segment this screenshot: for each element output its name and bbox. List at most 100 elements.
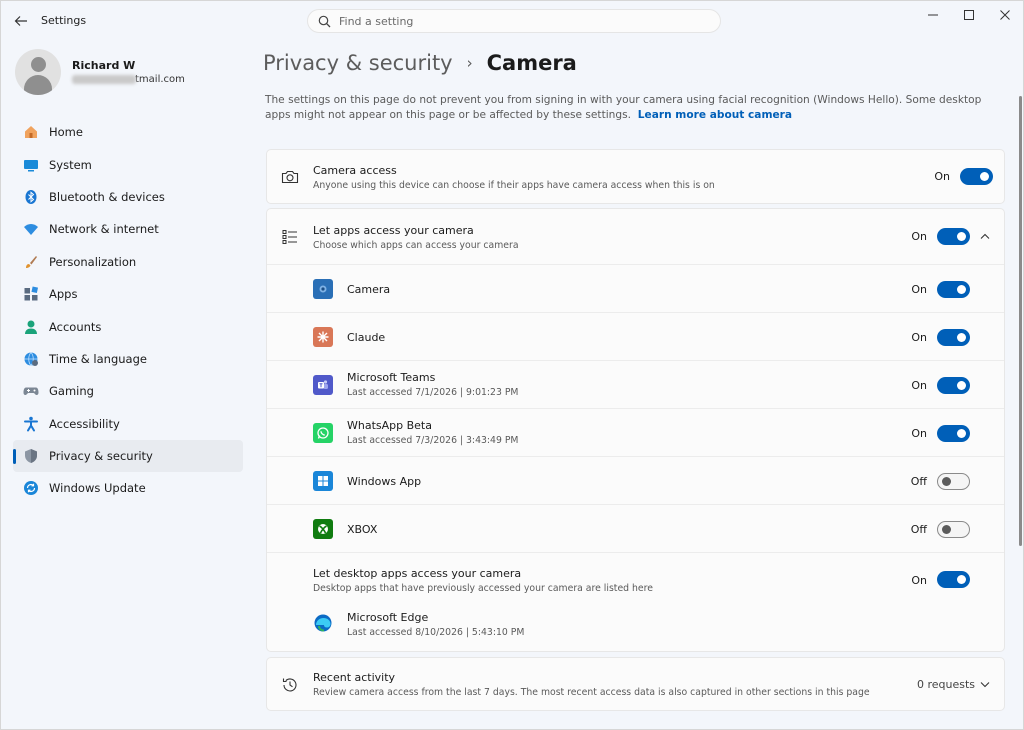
app-state: On bbox=[911, 427, 927, 440]
shield-icon bbox=[22, 447, 40, 465]
breadcrumb-separator-icon: › bbox=[466, 54, 473, 72]
gamepad-icon bbox=[22, 382, 40, 400]
sidebar-item-personalization[interactable]: Personalization bbox=[13, 246, 243, 278]
app-state: On bbox=[911, 283, 927, 296]
sidebar-item-system[interactable]: System bbox=[13, 148, 243, 180]
camera-icon bbox=[280, 167, 300, 187]
maximize-icon bbox=[964, 10, 974, 20]
system-icon bbox=[22, 156, 40, 174]
edge-app-icon bbox=[313, 613, 333, 633]
sidebar-item-network[interactable]: Network & internet bbox=[13, 213, 243, 245]
apps-icon bbox=[22, 285, 40, 303]
app-title: Settings bbox=[41, 14, 87, 27]
sidebar-item-bluetooth[interactable]: Bluetooth & devices bbox=[13, 181, 243, 213]
app-name: WhatsApp Beta bbox=[347, 419, 432, 432]
user-email: tmail.com bbox=[72, 74, 185, 85]
desktop-apps-subtitle: Desktop apps that have previously access… bbox=[313, 583, 653, 594]
sidebar-item-privacy-security[interactable]: Privacy & security bbox=[13, 439, 243, 473]
let-apps-state: On bbox=[911, 230, 927, 243]
teams-app-icon bbox=[313, 375, 333, 395]
camera-access-state: On bbox=[934, 170, 950, 183]
app-state: On bbox=[911, 331, 927, 344]
camera-app-toggle[interactable] bbox=[937, 281, 970, 298]
sidebar-item-home[interactable]: Home bbox=[13, 116, 243, 148]
close-button[interactable] bbox=[987, 5, 1023, 25]
app-state: Off bbox=[910, 523, 927, 536]
sidebar-nav: Home System Bluetooth & devices Network … bbox=[13, 116, 243, 505]
scrollbar[interactable] bbox=[1019, 96, 1022, 546]
app-row-camera: Camera On bbox=[267, 264, 1004, 312]
camera-access-subtitle: Anyone using this device can choose if t… bbox=[313, 180, 715, 191]
maximize-button[interactable] bbox=[951, 5, 987, 25]
breadcrumb-parent[interactable]: Privacy & security bbox=[263, 51, 453, 75]
desktop-apps-state: On bbox=[911, 574, 927, 587]
app-row-whatsapp: WhatsApp Beta Last accessed 7/3/2026 | 3… bbox=[267, 408, 1004, 456]
update-icon bbox=[22, 479, 40, 497]
let-apps-subtitle: Choose which apps can access your camera bbox=[313, 240, 519, 251]
learn-more-link[interactable]: Learn more about camera bbox=[638, 109, 792, 121]
app-row-claude: Claude On bbox=[267, 312, 1004, 360]
recent-activity-subtitle: Review camera access from the last 7 day… bbox=[313, 687, 870, 698]
claude-app-icon bbox=[313, 327, 333, 347]
sidebar-item-accounts[interactable]: Accounts bbox=[13, 310, 243, 342]
camera-access-card: Camera access Anyone using this device c… bbox=[266, 149, 1005, 204]
sidebar-item-accessibility[interactable]: Accessibility bbox=[13, 408, 243, 440]
xbox-app-icon bbox=[313, 519, 333, 539]
bluetooth-icon bbox=[22, 188, 40, 206]
sidebar-item-apps[interactable]: Apps bbox=[13, 278, 243, 310]
windows-app-toggle[interactable] bbox=[937, 473, 970, 490]
teams-app-toggle[interactable] bbox=[937, 377, 970, 394]
close-icon bbox=[1000, 10, 1010, 20]
recent-activity-card[interactable]: Recent activity Review camera access fro… bbox=[266, 657, 1005, 711]
whatsapp-app-toggle[interactable] bbox=[937, 425, 970, 442]
let-apps-card: Let apps access your camera Choose which… bbox=[266, 208, 1005, 652]
app-name: XBOX bbox=[347, 523, 378, 536]
let-apps-row[interactable]: Let apps access your camera Choose which… bbox=[267, 209, 1004, 264]
whatsapp-app-icon bbox=[313, 423, 333, 443]
chevron-down-icon[interactable] bbox=[978, 678, 992, 692]
home-icon bbox=[22, 123, 40, 141]
xbox-app-toggle[interactable] bbox=[937, 521, 970, 538]
accessibility-icon bbox=[22, 415, 40, 433]
app-name: Claude bbox=[347, 331, 386, 344]
app-last-accessed: Last accessed 7/3/2026 | 3:43:49 PM bbox=[347, 435, 519, 446]
accounts-icon bbox=[22, 318, 40, 336]
search-input[interactable] bbox=[339, 14, 699, 28]
sidebar-item-windows-update[interactable]: Windows Update bbox=[13, 472, 243, 504]
let-apps-title: Let apps access your camera bbox=[313, 224, 474, 237]
globe-icon bbox=[22, 350, 40, 368]
redacted-email-part bbox=[72, 74, 136, 84]
brush-icon bbox=[22, 253, 40, 271]
title-bar: Settings bbox=[1, 1, 1024, 41]
app-name: Camera bbox=[347, 283, 391, 296]
app-name: Windows App bbox=[347, 475, 422, 488]
search-box[interactable] bbox=[307, 9, 721, 33]
sidebar-item-time-language[interactable]: Time & language bbox=[13, 343, 243, 375]
back-arrow-icon bbox=[14, 16, 27, 26]
desktop-app-name: Microsoft Edge bbox=[347, 611, 429, 624]
minimize-button[interactable] bbox=[915, 5, 951, 25]
let-apps-toggle[interactable] bbox=[937, 228, 970, 245]
desktop-app-last-accessed: Last accessed 8/10/2026 | 5:43:10 PM bbox=[347, 627, 525, 638]
desktop-apps-toggle[interactable] bbox=[937, 571, 970, 588]
settings-window: Settings Richard W tmail.com Home System bbox=[0, 0, 1024, 730]
app-state: Off bbox=[910, 475, 927, 488]
wifi-icon bbox=[22, 220, 40, 238]
windows-app-icon bbox=[313, 471, 333, 491]
desktop-apps-row: Let desktop apps access your camera Desk… bbox=[267, 552, 1004, 652]
chevron-up-icon[interactable] bbox=[978, 229, 992, 243]
app-state: On bbox=[911, 379, 927, 392]
back-button[interactable] bbox=[11, 11, 31, 31]
list-icon bbox=[280, 227, 300, 247]
camera-app-icon bbox=[313, 279, 333, 299]
sidebar-item-gaming[interactable]: Gaming bbox=[13, 375, 243, 407]
history-icon bbox=[280, 675, 300, 695]
search-icon bbox=[318, 15, 331, 27]
breadcrumb: Privacy & security › Camera bbox=[263, 47, 577, 79]
user-name: Richard W bbox=[72, 59, 136, 72]
app-row-teams: Microsoft Teams Last accessed 7/1/2026 |… bbox=[267, 360, 1004, 408]
page-title: Camera bbox=[486, 51, 577, 75]
camera-access-toggle[interactable] bbox=[960, 168, 993, 185]
claude-app-toggle[interactable] bbox=[937, 329, 970, 346]
camera-access-title: Camera access bbox=[313, 164, 397, 177]
